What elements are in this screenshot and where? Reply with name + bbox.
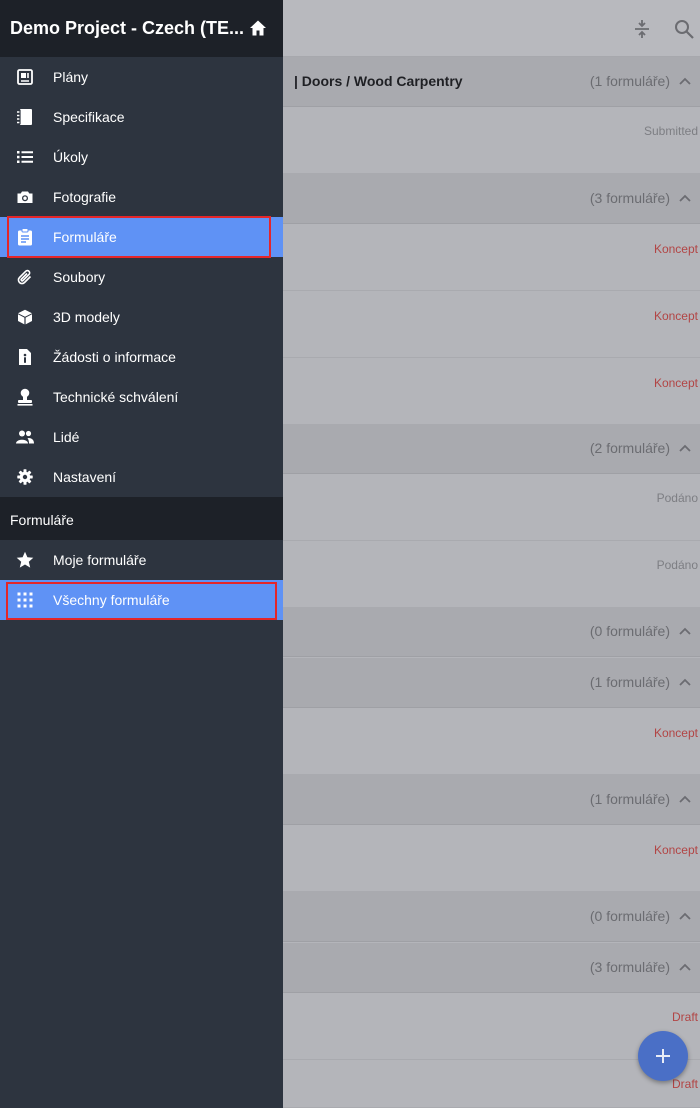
form-status: Podáno: [656, 558, 698, 572]
drawer-item-specifications[interactable]: Specifikace: [0, 97, 283, 137]
drawer-section-header: Formuláře: [0, 497, 283, 540]
drawer-item-label: Plány: [53, 69, 89, 85]
form-status: Koncept: [653, 242, 698, 256]
form-status: Podáno: [656, 491, 698, 505]
project-title[interactable]: Demo Project - Czech (TE...: [10, 18, 244, 39]
drawer-header: Demo Project - Czech (TE...: [0, 0, 283, 57]
form-group-count: (0 formuláře): [589, 623, 670, 639]
paperclip-icon: [16, 268, 34, 286]
form-status: Koncept: [653, 376, 698, 390]
form-group-count: (1 formuláře): [589, 791, 670, 807]
form-status: Koncept: [653, 843, 698, 857]
list-icon: [16, 148, 34, 166]
form-status: Draft: [671, 1077, 698, 1091]
form-group-count: (1 formuláře): [589, 73, 670, 89]
chevron-up-icon[interactable]: [678, 792, 692, 806]
drawer-item-plans[interactable]: Plány: [0, 57, 283, 97]
drawer-item-label: Soubory: [53, 269, 106, 285]
drawer-item-label: Žádosti o informace: [53, 349, 176, 365]
drawer-item-rfi[interactable]: Žádosti o informace: [0, 337, 283, 377]
plus-icon: [656, 1049, 670, 1063]
star-icon: [16, 551, 34, 569]
notebook-icon: [16, 108, 34, 126]
search-icon[interactable]: [673, 18, 695, 40]
cube-icon: [16, 308, 34, 326]
drawer-item-tasks[interactable]: Úkoly: [0, 137, 283, 177]
drawer-item-label: Lidé: [53, 429, 80, 445]
home-icon[interactable]: [249, 19, 267, 37]
drawer-item-my-forms[interactable]: Moje formuláře: [0, 540, 283, 580]
collapse-icon[interactable]: [631, 18, 653, 40]
chevron-up-icon[interactable]: [678, 441, 692, 455]
chevron-up-icon[interactable]: [678, 675, 692, 689]
highlight-box: [6, 582, 277, 620]
form-status: Koncept: [653, 726, 698, 740]
section-title: Formuláře: [10, 512, 74, 528]
drawer-item-3d-models[interactable]: 3D modely: [0, 297, 283, 337]
form-group-count: (3 formuláře): [589, 959, 670, 975]
drawer-item-label: Moje formuláře: [53, 552, 147, 568]
chevron-up-icon[interactable]: [678, 74, 692, 88]
navigation-drawer: Demo Project - Czech (TE... Plány Specif…: [0, 0, 283, 1108]
highlight-box: [7, 216, 271, 258]
drawer-item-files[interactable]: Soubory: [0, 257, 283, 297]
add-form-button[interactable]: [638, 1031, 688, 1081]
drawer-item-technical-approval[interactable]: Technické schválení: [0, 377, 283, 417]
chevron-up-icon[interactable]: [678, 909, 692, 923]
chevron-up-icon[interactable]: [678, 191, 692, 205]
chevron-up-icon[interactable]: [678, 960, 692, 974]
form-group-count: (2 formuláře): [589, 440, 670, 456]
info-doc-icon: [16, 348, 34, 366]
drawer-item-label: 3D modely: [53, 309, 120, 325]
drawer-item-people[interactable]: Lidé: [0, 417, 283, 457]
chevron-up-icon[interactable]: [678, 624, 692, 638]
drawer-item-photos[interactable]: Fotografie: [0, 177, 283, 217]
drawer-item-label: Nastavení: [53, 469, 117, 485]
drawer-item-label: Úkoly: [53, 149, 89, 165]
form-status: Submitted: [643, 124, 698, 138]
people-icon: [16, 428, 34, 446]
form-group-count: (3 formuláře): [589, 190, 670, 206]
drawer-item-label: Specifikace: [53, 109, 125, 125]
form-group-title: | Doors / Wood Carpentry: [294, 73, 463, 89]
stamp-icon: [16, 388, 34, 406]
form-group-count: (0 formuláře): [589, 908, 670, 924]
drawer-item-settings[interactable]: Nastavení: [0, 457, 283, 497]
drawer-item-label: Technické schválení: [53, 389, 179, 405]
gear-icon: [16, 468, 34, 486]
form-status: Draft: [671, 1010, 698, 1024]
camera-icon: [16, 188, 34, 206]
form-group-count: (1 formuláře): [589, 674, 670, 690]
drawer-item-label: Fotografie: [53, 189, 117, 205]
plans-icon: [16, 68, 34, 86]
form-status: Koncept: [653, 309, 698, 323]
